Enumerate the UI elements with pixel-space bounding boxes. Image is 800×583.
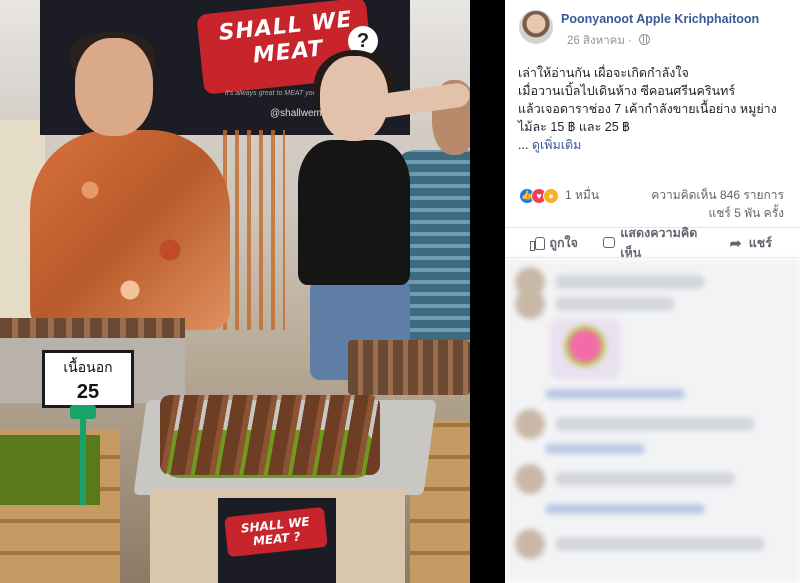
shares-count-link[interactable]: แชร์ 5 พัน ครั้ง [709,204,784,223]
post-meta: 26 สิงหาคม · [567,32,651,50]
post-stats: 👍 ♥ ● 1 หมื่น ความคิดเห็น 846 รายการ แชร… [505,180,800,228]
share-button-label: แชร์ [748,235,772,250]
post-text-line: แล้วเจอดาราช่อง 7 เค้ากำลังขายเนื้อย่าง … [518,102,777,116]
banner-tagline: it's always great to MEAT you [225,90,317,97]
photo-viewer: SHALL WE MEAT ? it's always great to MEA… [0,0,505,583]
share-arrow-icon: ➦ [729,234,742,251]
comment-button-label: แสดงความคิดเห็น [620,225,698,260]
comment-placeholder [515,289,675,319]
counter-logo-text: SHALL WE MEAT ? [224,506,328,558]
share-button[interactable]: ➦ แชร์ [702,228,800,257]
grill-right-skewers [348,340,470,395]
like-button-label: ถูกใจ [549,235,578,250]
comment-bubble-icon [603,237,616,248]
reactions-summary[interactable]: 👍 ♥ ● 1 หมื่น [519,186,599,205]
reaction-count[interactable]: 1 หมื่น [565,186,599,205]
comment-button[interactable]: แสดงความคิดเห็น [603,226,701,260]
comments-count-link[interactable]: ความคิดเห็น 846 รายการ [651,186,784,205]
see-more-link[interactable]: ดูเพิ่มเติม [532,138,582,152]
post-actions: ถูกใจ แสดงความคิดเห็น ➦ แชร์ [505,226,800,260]
comment-placeholder [515,529,765,559]
post-panel: Poonyanoot Apple Krichphaitoon 26 สิงหาค… [505,0,800,583]
price-sign-value: 25 [76,381,100,403]
comment-link-placeholder [545,504,705,514]
wow-reaction-icon: ● [543,187,559,204]
post-text-line: เมื่อวานเบิ้ลไปเดินห้าง ซีคอนศรีนครินทร์ [518,84,736,98]
meat-skewers [160,395,380,475]
sign-holder-clip [68,405,98,505]
post-header: Poonyanoot Apple Krichphaitoon 26 สิงหาค… [505,0,800,55]
comment-link-placeholder [545,444,645,454]
post-photo[interactable]: SHALL WE MEAT ? it's always great to MEA… [0,0,470,583]
author-avatar[interactable] [519,10,553,44]
man-head [75,38,153,136]
comment-placeholder [515,464,735,494]
man-floral-shirt [30,130,230,330]
ellipsis: ... [518,138,529,152]
post-text-line: เล่าให้อ่านกัน เผื่อจะเกิดกำลังใจ [518,66,689,80]
post-date-link[interactable]: 26 สิงหาคม [567,35,625,47]
globe-icon[interactable] [639,34,651,45]
comments-section-blurred [505,259,800,583]
grill-left-skewers [0,318,185,338]
post-text: เล่าให้อ่านกัน เผื่อจะเกิดกำลังใจ เมื่อว… [518,64,793,154]
comment-sticker [550,319,620,379]
author-name-link[interactable]: Poonyanoot Apple Krichphaitoon [561,12,759,26]
comment-placeholder [515,409,755,439]
comment-link-placeholder [545,389,685,399]
counter-logo: SHALL WE MEAT ? [218,498,336,583]
like-button[interactable]: ถูกใจ [505,228,603,257]
woman-black-top [298,140,410,285]
price-sign-label: เนื้อนอก [63,360,113,376]
thumbs-up-icon [530,236,546,251]
post-text-line: ไม้ละ 15 ฿ และ 25 ฿ [518,120,630,134]
price-sign: เนื้อนอก 25 [42,350,134,408]
